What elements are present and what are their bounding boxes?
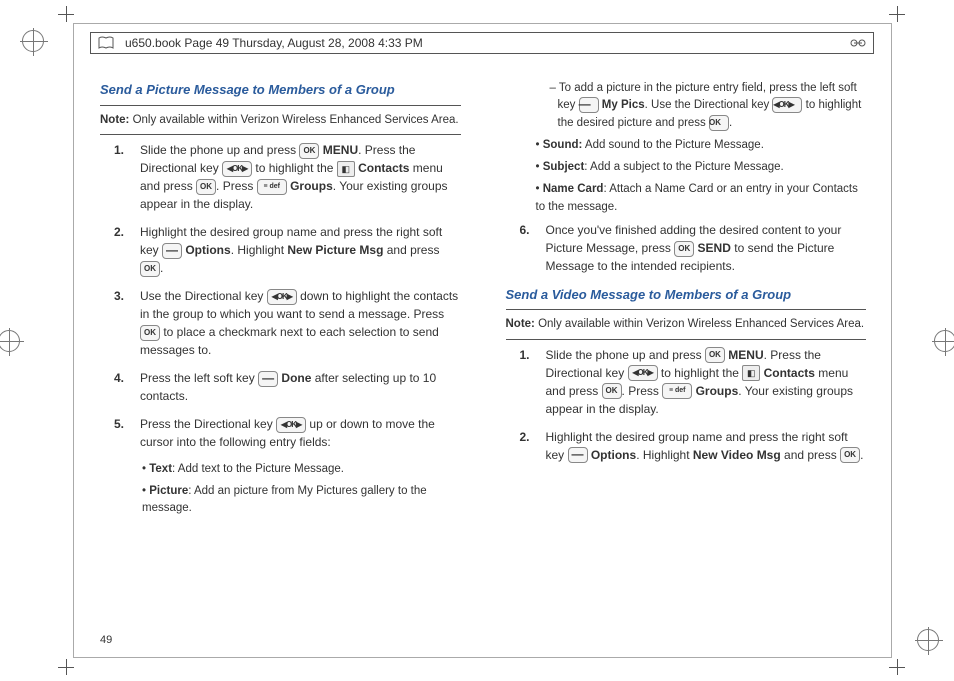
page-number: 49 bbox=[100, 634, 112, 646]
steps-picture-cont: 6. Once you've finished adding the desir… bbox=[546, 221, 867, 275]
header-text: u650.book Page 49 Thursday, August 28, 2… bbox=[121, 36, 843, 50]
bullet-text: • Text: Add text to the Picture Message. bbox=[142, 461, 461, 478]
step-4: 4. Press the left soft key — Done after … bbox=[140, 369, 461, 405]
sub-bullet-add-picture: – To add a picture in the picture entry … bbox=[558, 80, 867, 132]
right-column: – To add a picture in the picture entry … bbox=[506, 80, 867, 623]
directional-key-icon: ◀OK▶ bbox=[276, 417, 306, 433]
ok-key-icon: OK bbox=[840, 447, 860, 463]
divider bbox=[100, 134, 461, 135]
bullet-picture: • Picture: Add an picture from My Pictur… bbox=[142, 483, 461, 518]
divider bbox=[100, 105, 461, 106]
ok-key-icon: OK bbox=[602, 383, 622, 399]
step-5: 5. Press the Directional key ◀OK▶ up or … bbox=[140, 415, 461, 451]
directional-key-icon: ◀OK▶ bbox=[772, 97, 802, 113]
registration-mark-br bbox=[917, 629, 939, 651]
bullet-subject: • Subject: Add a subject to the Picture … bbox=[536, 159, 867, 176]
step-3: 3. Use the Directional key ◀OK▶ down to … bbox=[140, 287, 461, 359]
ok-key-icon: OK bbox=[705, 347, 725, 363]
contacts-icon: ◧ bbox=[742, 365, 760, 381]
softkey-icon: — bbox=[162, 243, 182, 259]
header-ornament-icon bbox=[848, 34, 868, 52]
softkey-icon: — bbox=[258, 371, 278, 387]
step-6: 6. Once you've finished adding the desir… bbox=[546, 221, 867, 275]
steps-picture: 1. Slide the phone up and press OK MENU.… bbox=[140, 141, 461, 451]
contacts-icon: ◧ bbox=[337, 161, 355, 177]
ok-key-icon: OK bbox=[196, 179, 216, 195]
divider bbox=[506, 309, 867, 310]
note-picture: Note: Only available within Verizon Wire… bbox=[100, 112, 461, 129]
ok-key-icon: OK bbox=[140, 325, 160, 341]
vstep-1: 1. Slide the phone up and press OK MENU.… bbox=[546, 346, 867, 418]
softkey-icon: — bbox=[568, 447, 588, 463]
directional-key-icon: ◀OK▶ bbox=[267, 289, 297, 305]
note-video: Note: Only available within Verizon Wire… bbox=[506, 316, 867, 333]
step-1: 1. Slide the phone up and press OK MENU.… bbox=[140, 141, 461, 213]
book-icon bbox=[96, 34, 116, 52]
bullet-namecard: • Name Card: Attach a Name Card or an en… bbox=[536, 181, 867, 216]
section-title-video: Send a Video Message to Members of a Gro… bbox=[506, 285, 867, 305]
menu-key-icon: ≡ def bbox=[257, 179, 287, 195]
ok-key-icon: OK bbox=[709, 115, 729, 131]
vstep-2: 2. Highlight the desired group name and … bbox=[546, 428, 867, 464]
registration-mark-left bbox=[0, 330, 20, 352]
crop-mark-br bbox=[889, 659, 905, 675]
page-body: Send a Picture Message to Members of a G… bbox=[100, 80, 866, 623]
ok-key-icon: OK bbox=[140, 261, 160, 277]
ok-key-icon: OK bbox=[299, 143, 319, 159]
crop-mark-tr bbox=[889, 6, 905, 22]
step-2: 2. Highlight the desired group name and … bbox=[140, 223, 461, 277]
bullet-sound: • Sound: Add sound to the Picture Messag… bbox=[536, 137, 867, 154]
crop-mark-tl bbox=[58, 6, 74, 22]
crop-mark-bl bbox=[58, 659, 74, 675]
ok-key-icon: OK bbox=[674, 241, 694, 257]
left-column: Send a Picture Message to Members of a G… bbox=[100, 80, 461, 623]
registration-mark-tl bbox=[22, 30, 44, 52]
divider bbox=[506, 339, 867, 340]
directional-key-icon: ◀OK▶ bbox=[628, 365, 658, 381]
registration-mark-right bbox=[934, 330, 954, 352]
section-title-picture: Send a Picture Message to Members of a G… bbox=[100, 80, 461, 100]
steps-video: 1. Slide the phone up and press OK MENU.… bbox=[546, 346, 867, 464]
menu-key-icon: ≡ def bbox=[662, 383, 692, 399]
framemaker-header: u650.book Page 49 Thursday, August 28, 2… bbox=[90, 32, 874, 54]
softkey-icon: — bbox=[579, 97, 599, 113]
directional-key-icon: ◀OK▶ bbox=[222, 161, 252, 177]
